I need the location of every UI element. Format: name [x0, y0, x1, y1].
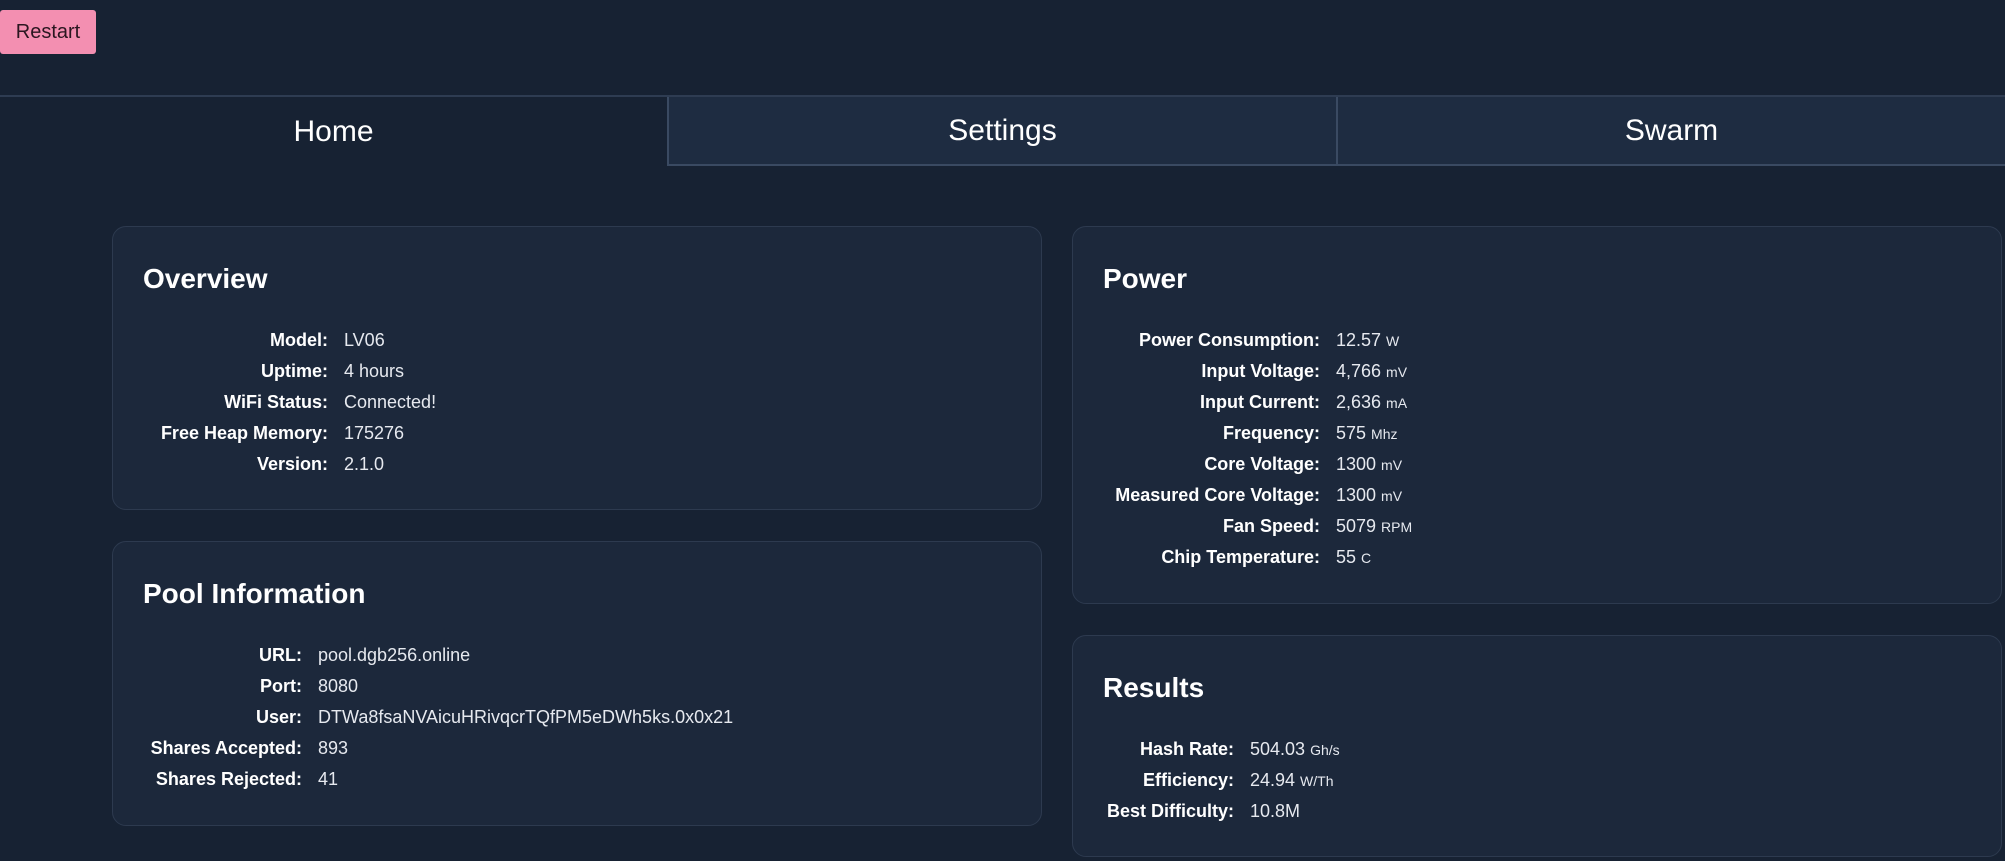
tab-swarm[interactable]: Swarm [1336, 97, 2005, 166]
overview-row: Version: 2.1.0 [113, 449, 1041, 480]
pool-row-label: Shares Accepted: [150, 738, 302, 758]
overview-title: Overview [143, 263, 268, 294]
overview-row-value: LV06 [344, 330, 385, 350]
power-card: Power Power Consumption: 12.57 W Input Volt… [1072, 226, 2002, 604]
results-row-unit: Gh/s [1310, 741, 1340, 758]
overview-row-value: 175276 [344, 423, 405, 443]
power-row-unit: mA [1386, 394, 1408, 411]
tab-settings[interactable]: Settings [667, 97, 1336, 166]
overview-row: Model: LV06 [113, 325, 1041, 356]
power-title: Power [1103, 263, 1188, 294]
pool-row: Shares Rejected: 41 [113, 764, 1041, 795]
overview-row-label: Free Heap Memory: [160, 423, 328, 443]
power-row-unit: C [1361, 549, 1372, 566]
pool-info-card: Pool Information URL: pool.dgb256.online P… [112, 541, 1042, 826]
overview-row-value: Connected! [344, 392, 437, 412]
results-row: Best Difficulty: 10.8M [1073, 796, 2001, 827]
results-row: Efficiency: 24.94 W/Th [1073, 765, 2001, 796]
pool-row-value: 41 [318, 769, 339, 789]
power-row-value: 4,766 [1336, 361, 1382, 381]
power-row-unit: mV [1381, 487, 1403, 504]
restart-button[interactable]: Restart [0, 10, 96, 54]
results-row-value: 504.03 [1250, 739, 1306, 759]
power-row-value: 1300 [1336, 454, 1377, 474]
power-row-value: 2,636 [1336, 392, 1382, 412]
overview-row-label: WiFi Status: [224, 392, 328, 412]
results-row-label: Efficiency: [1142, 770, 1234, 790]
overview-list: Model: LV06 Uptime: 4 hours WiFi Status: Conn… [113, 325, 1041, 480]
power-row: Input Voltage: 4,766 mV [1073, 356, 2001, 387]
power-row: Power Consumption: 12.57 W [1073, 325, 2001, 356]
overview-row-label: Version: [256, 454, 328, 474]
overview-row: Uptime: 4 hours [113, 356, 1041, 387]
pool-row-label: Shares Rejected: [155, 769, 302, 789]
results-row-value: 24.94 [1250, 770, 1296, 790]
overview-row-value: 4 hours [344, 361, 405, 381]
pool-row-value: 8080 [318, 676, 359, 696]
overview-row-value: 2.1.0 [344, 454, 385, 474]
power-row: Core Voltage: 1300 mV [1073, 449, 2001, 480]
power-row: Fan Speed: 5079 RPM [1073, 511, 2001, 542]
results-list: Hash Rate: 504.03 Gh/s Efficiency: 24.94 W/Th… [1073, 734, 2001, 827]
power-row-unit: mV [1386, 363, 1408, 380]
power-row: Measured Core Voltage: 1300 mV [1073, 480, 2001, 511]
results-row: Hash Rate: 504.03 Gh/s [1073, 734, 2001, 765]
power-row-value: 12.57 [1336, 330, 1382, 350]
power-row: Input Current: 2,636 mA [1073, 387, 2001, 418]
pool-row: User: DTWa8fsaNVAicuHRivqcrTQfPM5eDWh5ks.… [113, 702, 1041, 733]
pool-row-label: User: [255, 707, 302, 727]
pool-row-value: 893 [318, 738, 349, 758]
results-row-unit: W/Th [1300, 772, 1334, 789]
power-row-label: Chip Temperature: [1161, 547, 1320, 567]
power-row-label: Fan Speed: [1222, 516, 1320, 536]
power-row-label: Core Voltage: [1204, 454, 1320, 474]
overview-row-label: Uptime: [261, 361, 328, 381]
pool-row: URL: pool.dgb256.online [113, 640, 1041, 671]
power-row: Frequency: 575 Mhz [1073, 418, 2001, 449]
tab-home[interactable]: Home [0, 97, 667, 166]
power-row-label: Measured Core Voltage: [1115, 485, 1320, 505]
pool-row-value: DTWa8fsaNVAicuHRivqcrTQfPM5eDWh5ks.0x0x2… [318, 707, 734, 727]
pool-row-value: pool.dgb256.online [318, 645, 471, 665]
power-row-label: Frequency: [1222, 423, 1320, 443]
pool-row: Shares Accepted: 893 [113, 733, 1041, 764]
pool-row: Port: 8080 [113, 671, 1041, 702]
pool-info-list: URL: pool.dgb256.online Port: 8080 User: DTWa… [113, 640, 1041, 795]
power-row-unit: RPM [1381, 518, 1413, 535]
results-row-label: Hash Rate: [1139, 739, 1234, 759]
power-row-unit: mV [1381, 456, 1403, 473]
power-row: Chip Temperature: 55 C [1073, 542, 2001, 573]
power-list: Power Consumption: 12.57 W Input Voltage: 4,… [1073, 325, 2001, 573]
tab-bar: Home Settings Swarm [0, 95, 2005, 166]
power-row-value: 575 [1336, 423, 1367, 443]
power-row-unit: W [1386, 332, 1400, 349]
results-card: Results Hash Rate: 504.03 Gh/s Efficiency: 2… [1072, 635, 2002, 857]
overview-row: Free Heap Memory: 175276 [113, 418, 1041, 449]
overview-row: WiFi Status: Connected! [113, 387, 1041, 418]
power-row-label: Input Voltage: [1201, 361, 1320, 381]
pool-row-label: URL: [259, 645, 302, 665]
overview-row-label: Model: [270, 330, 328, 350]
power-row-label: Input Current: [1200, 392, 1320, 412]
power-row-label: Power Consumption: [1139, 330, 1320, 350]
power-row-value: 55 [1336, 547, 1357, 567]
overview-card: Overview Model: LV06 Uptime: 4 hours WiFi St… [112, 226, 1042, 510]
pool-row-label: Port: [260, 676, 302, 696]
power-row-value: 1300 [1336, 485, 1377, 505]
results-title: Results [1103, 672, 1205, 703]
results-row-label: Best Difficulty: [1106, 801, 1234, 821]
pool-info-title: Pool Information [143, 578, 366, 609]
power-row-unit: Mhz [1371, 425, 1398, 442]
power-row-value: 5079 [1336, 516, 1377, 536]
results-row-value: 10.8M [1250, 801, 1301, 821]
